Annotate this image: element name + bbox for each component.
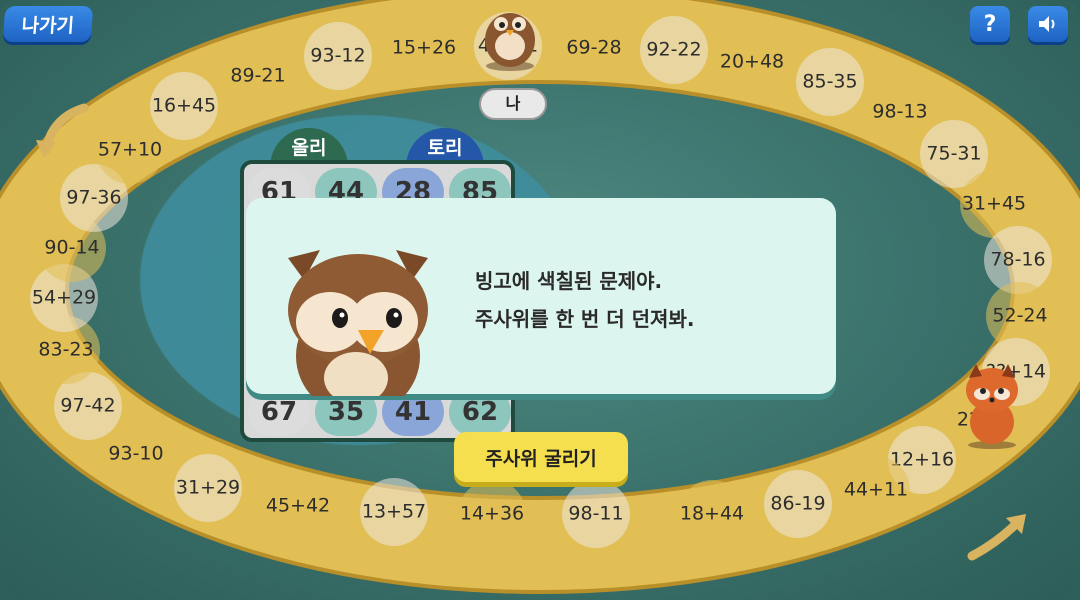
board-cell-label: 93-10 [108, 443, 163, 465]
red-panda-token [960, 360, 1024, 450]
board-cell-label: 16+45 [152, 95, 216, 117]
board-cell-label: 93-12 [310, 45, 365, 67]
owl-character [280, 236, 436, 396]
board-cell-label: 45+42 [266, 495, 330, 517]
speaker-icon [1039, 16, 1055, 32]
help-button[interactable]: ? [970, 6, 1010, 42]
board-cell-label: 52-24 [992, 305, 1047, 327]
roll-dice-button[interactable]: 주사위 굴리기 [454, 432, 628, 482]
owl-token [478, 0, 542, 72]
board-cell-label: 89-21 [230, 65, 285, 87]
board-cell-label: 20+48 [720, 51, 784, 73]
dialog-line-2: 주사위를 한 번 더 던져봐. [475, 307, 695, 331]
board-cell-label: 69-28 [566, 37, 621, 59]
board-cell-label: 15+26 [392, 37, 456, 59]
board-cell-label: 13+57 [362, 501, 426, 523]
board-cell-label: 31+29 [176, 477, 240, 499]
exit-button[interactable]: 나가기 [2, 6, 94, 42]
direction-arrow-left-icon [36, 103, 89, 158]
current-player-tag: 나 [479, 88, 547, 120]
board-cell-label: 92-22 [646, 39, 701, 61]
direction-arrow-right-icon [967, 514, 1026, 561]
board-cell-label: 98-13 [872, 101, 927, 123]
board-cell-label: 31+45 [962, 193, 1026, 215]
board-cell-label: 97-42 [60, 395, 115, 417]
dialog-line-1: 빙고에 색칠된 문제야. [475, 269, 663, 293]
board-cell-label: 14+36 [460, 503, 524, 525]
board-cell-label: 54+29 [32, 287, 96, 309]
board-cell-label: 57+10 [98, 139, 162, 161]
game-screen: { "top": { "exit_label": "나가기", "help_la… [0, 0, 1080, 600]
board-cell-label: 18+44 [680, 503, 744, 525]
sound-button[interactable] [1028, 6, 1068, 42]
board-cell-label: 85-35 [802, 71, 857, 93]
board-cell-label: 97-36 [66, 187, 121, 209]
board-cell-label: 98-11 [568, 503, 623, 525]
board-cell-label: 90-14 [44, 237, 99, 259]
bingo-cell: 62 [449, 388, 511, 436]
board-cell-label: 86-19 [770, 493, 825, 515]
board-cell-label: 83-23 [38, 339, 93, 361]
board-cell-label: 44+11 [844, 479, 908, 501]
dialog-message: 빙고에 색칠된 문제야. 주사위를 한 번 더 던져봐. [475, 262, 805, 338]
board-cell-label: 75-31 [926, 143, 981, 165]
board-cell-label: 78-16 [990, 249, 1045, 271]
